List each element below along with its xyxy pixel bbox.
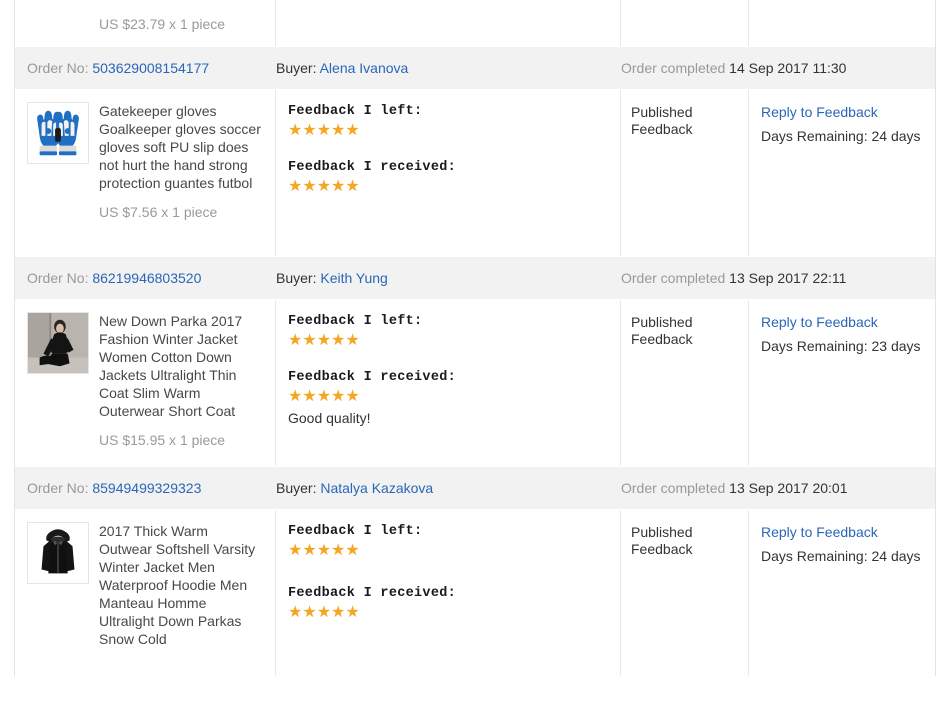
product-price: US $7.56 x 1 piece [99,204,263,220]
actions-cell: Reply to Feedback Days Remaining: 25 day… [749,0,935,46]
feedback-received-label: Feedback I received: [288,370,608,385]
order-header: Order No: 86219946803520 Buyer: Keith Yu… [15,256,935,300]
order-no-cell: Order No: 85949499329323 [15,480,276,496]
buyer-label: Buyer: [276,480,316,496]
feedback-received-label: Feedback I received: [288,160,608,175]
status-cell: Published Feedback [621,0,749,46]
product-title[interactable]: 2017 Thick Warm Outwear Softshell Varsit… [99,522,263,648]
order-no-link[interactable]: 85949499329323 [92,480,201,496]
order-no-label: Order No: [27,60,88,76]
product-info: 2017 Thick Warm Outwear Softshell Varsit… [99,522,263,662]
buyer-link[interactable]: Natalya Kazakova [320,480,433,496]
buyer-label: Buyer: [276,270,316,286]
product-cell: Gatekeeper gloves Goalkeeper gloves socc… [15,90,276,256]
black-hooded-jacket-image [28,523,88,583]
order-completed-date: 13 Sep 2017 20:01 [729,480,847,496]
feedback-left-stars: ★★★★★ [288,542,608,560]
product-info: Gatekeeper gloves Goalkeeper gloves socc… [99,102,263,242]
feedback-list-panel: 2017Contrast Color Hooded Design Men Par… [14,0,936,676]
order-header: Order No: 85949499329323 Buyer: Natalya … [15,466,935,510]
product-price: US $15.95 x 1 piece [99,432,263,448]
product-thumbnail[interactable] [27,312,89,374]
order-completed-cell: Order completed 13 Sep 2017 22:11 [621,270,935,286]
reply-to-feedback-link[interactable]: Reply to Feedback [761,104,878,120]
feedback-comment: Good quality! [288,409,608,427]
woman-black-jacket-image [28,313,88,373]
order-row: 2017 Thick Warm Outwear Softshell Varsit… [15,510,935,676]
buyer-link[interactable]: Keith Yung [320,270,387,286]
product-cell: New Down Parka 2017 Fashion Winter Jacke… [15,300,276,466]
days-remaining: Days Remaining: 24 days [761,548,925,564]
order-no-label: Order No: [27,270,88,286]
product-thumbnail[interactable] [27,522,89,584]
feedback-left-stars: ★★★★★ [288,332,608,350]
order-header: Order No: 503629008154177 Buyer: Alena I… [15,46,935,90]
product-info: 2017Contrast Color Hooded Design Men Par… [99,0,263,32]
feedback-cell: Feedback I left: ★★★★★ Feedback I receiv… [276,300,621,466]
feedback-received-stars: ★★★★★ [288,604,608,622]
feedback-received-stars: ★★★★★ [288,388,608,406]
order-completed-cell: Order completed 13 Sep 2017 20:01 [621,480,935,496]
order-completed-label: Order completed [621,270,725,286]
order-completed-label: Order completed [621,60,725,76]
product-cell: 2017 Thick Warm Outwear Softshell Varsit… [15,510,276,676]
feedback-left-stars: ★★★★★ [288,122,608,140]
days-remaining: Days Remaining: 23 days [761,338,925,354]
product-price: US $23.79 x 1 piece [99,16,263,32]
feedback-left-label: Feedback I left: [288,314,608,329]
feedback-received-stars: ★★★★★ [288,178,608,196]
order-row: 2017Contrast Color Hooded Design Men Par… [15,0,935,46]
status-cell: Published Feedback [621,510,749,676]
days-remaining: Days Remaining: 24 days [761,128,925,144]
buyer-cell: Buyer: Natalya Kazakova [276,480,621,496]
feedback-cell: Feedback I left: ★★★★★ Feedback I receiv… [276,510,621,676]
feedback-cell: Feedback I left: ★★★★★ Feedback I receiv… [276,90,621,256]
actions-cell: Reply to Feedback Days Remaining: 24 day… [749,510,935,676]
status-cell: Published Feedback [621,90,749,256]
feedback-received-label: Feedback I received: [288,586,608,601]
reply-to-feedback-link[interactable]: Reply to Feedback [761,314,878,330]
reply-to-feedback-link[interactable]: Reply to Feedback [761,524,878,540]
product-title[interactable]: New Down Parka 2017 Fashion Winter Jacke… [99,312,263,420]
order-completed-date: 13 Sep 2017 22:11 [729,270,846,286]
actions-cell: Reply to Feedback Days Remaining: 24 day… [749,90,935,256]
order-row: New Down Parka 2017 Fashion Winter Jacke… [15,300,935,466]
order-no-link[interactable]: 503629008154177 [92,60,209,76]
order-no-link[interactable]: 86219946803520 [92,270,201,286]
order-completed-cell: Order completed 14 Sep 2017 11:30 [621,60,935,76]
order-completed-date: 14 Sep 2017 11:30 [729,60,846,76]
feedback-cell: Feedback I left: ★★★★★ Feedback I receiv… [276,0,621,46]
order-completed-label: Order completed [621,480,725,496]
product-title[interactable]: 2017Contrast Color Hooded Design Men Par… [99,0,263,4]
product-title[interactable]: Gatekeeper gloves Goalkeeper gloves socc… [99,102,263,192]
order-no-label: Order No: [27,480,88,496]
buyer-cell: Buyer: Keith Yung [276,270,621,286]
buyer-cell: Buyer: Alena Ivanova [276,60,621,76]
goalkeeper-gloves-image [28,103,88,163]
feedback-left-label: Feedback I left: [288,104,608,119]
status-cell: Published Feedback [621,300,749,466]
product-cell: 2017Contrast Color Hooded Design Men Par… [15,0,276,46]
product-thumbnail[interactable] [27,102,89,164]
order-no-cell: Order No: 503629008154177 [15,60,276,76]
order-row: Gatekeeper gloves Goalkeeper gloves socc… [15,90,935,256]
feedback-left-label: Feedback I left: [288,524,608,539]
feedback-page: 2017Contrast Color Hooded Design Men Par… [0,0,949,706]
order-no-cell: Order No: 86219946803520 [15,270,276,286]
buyer-label: Buyer: [276,60,316,76]
buyer-link[interactable]: Alena Ivanova [320,60,409,76]
product-info: New Down Parka 2017 Fashion Winter Jacke… [99,312,263,452]
actions-cell: Reply to Feedback Days Remaining: 23 day… [749,300,935,466]
